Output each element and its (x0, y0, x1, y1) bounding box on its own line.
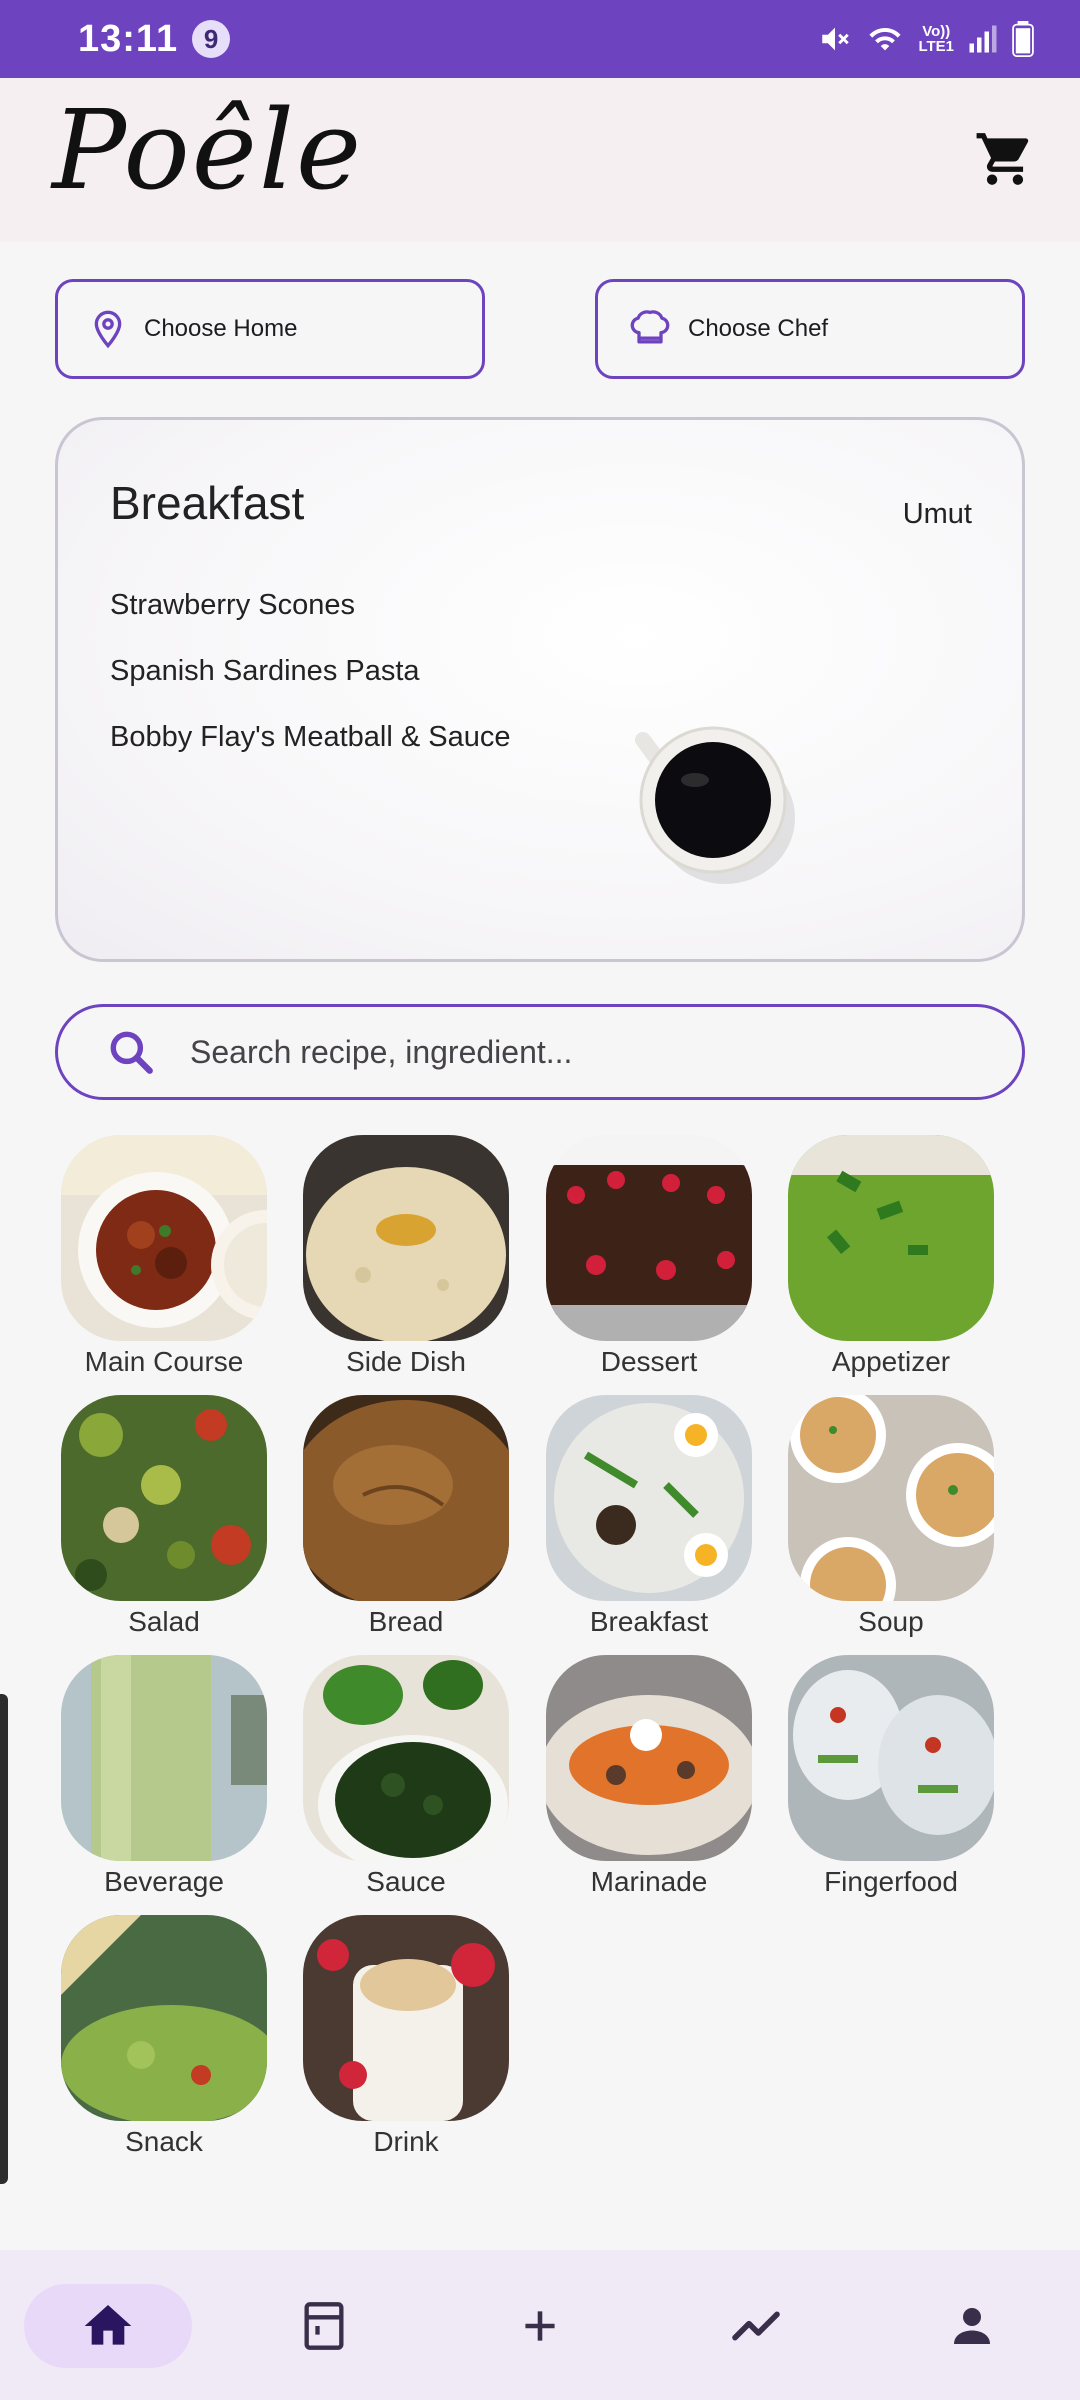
recipe-book-icon (304, 2302, 344, 2350)
sauce-image (303, 1655, 509, 1861)
soup-image (788, 1395, 994, 1601)
trending-icon (732, 2311, 780, 2341)
battery-icon (1012, 21, 1034, 57)
network-type: Vo)) LTE1 (918, 24, 954, 54)
meal-title: Breakfast (110, 477, 305, 529)
app-logo: Poêle (52, 86, 364, 214)
category-drink[interactable]: Drink (303, 1915, 509, 2159)
choose-chef-button[interactable]: Choose Chef (595, 279, 1025, 379)
wifi-icon (869, 27, 902, 51)
meal-plan-card[interactable]: Breakfast Umut Strawberry Scones Spanish… (55, 417, 1025, 962)
category-snack[interactable]: Snack (61, 1915, 267, 2159)
category-main-course[interactable]: Main Course (61, 1135, 267, 1379)
signal-icon (969, 25, 997, 53)
choose-chef-label: Choose Chef (688, 315, 829, 342)
main-course-image (61, 1135, 267, 1341)
category-side-dish[interactable]: Side Dish (303, 1135, 509, 1379)
category-label: Marinade (590, 1866, 708, 1897)
category-marinade[interactable]: Marinade (546, 1655, 752, 1899)
search-bar[interactable]: Search recipe, ingredient... (55, 1004, 1025, 1100)
volte-label: Vo)) (922, 23, 951, 40)
search-icon (110, 1031, 153, 1074)
category-label: Side Dish (346, 1346, 466, 1377)
status-icons: Vo)) LTE1 (818, 21, 1034, 57)
beverage-image (61, 1655, 267, 1861)
category-label: Soup (858, 1606, 924, 1637)
search-input[interactable]: Search recipe, ingredient... (190, 1034, 572, 1071)
category-label: Drink (373, 2126, 439, 2157)
coffee-cup-image (635, 726, 795, 884)
category-soup[interactable]: Soup (788, 1395, 994, 1639)
category-label: Snack (125, 2126, 203, 2157)
status-time: 13:11 (78, 17, 179, 60)
category-salad[interactable]: Salad (61, 1395, 267, 1639)
meal-recipe-item[interactable]: Strawberry Scones (110, 588, 510, 654)
category-appetizer[interactable]: Appetizer (788, 1135, 994, 1379)
nav-add[interactable] (490, 2284, 590, 2368)
mute-icon (822, 27, 850, 51)
category-breakfast[interactable]: Breakfast (546, 1395, 752, 1639)
nav-home[interactable] (24, 2284, 192, 2368)
category-beverage[interactable]: Beverage (61, 1655, 267, 1899)
bottom-navigation (0, 2250, 1080, 2400)
category-fingerfood[interactable]: Fingerfood (788, 1655, 994, 1899)
snack-image (61, 1915, 267, 2121)
category-label: Dessert (600, 1346, 698, 1377)
nav-recipes[interactable] (274, 2284, 374, 2368)
category-label: Main Course (84, 1346, 244, 1377)
appetizer-image (788, 1135, 994, 1341)
choose-home-button[interactable]: Choose Home (55, 279, 485, 379)
home-icon (84, 2305, 132, 2345)
category-label: Beverage (104, 1866, 224, 1897)
profile-icon (954, 2308, 990, 2344)
lte-label: LTE1 (918, 38, 954, 55)
bread-image (303, 1395, 509, 1601)
choose-home-label: Choose Home (144, 315, 298, 342)
drink-image (303, 1915, 509, 2121)
location-pin-icon (94, 310, 122, 349)
notification-count-badge: 9 (192, 20, 231, 58)
nav-profile[interactable] (922, 2284, 1022, 2368)
salad-image (61, 1395, 267, 1601)
meal-chef-name: Umut (902, 498, 972, 530)
side-dish-image (303, 1135, 509, 1341)
category-label: Fingerfood (824, 1866, 958, 1897)
cart-icon[interactable] (974, 128, 1036, 190)
meal-recipe-item[interactable]: Bobby Flay's Meatball & Sauce (110, 720, 510, 786)
fingerfood-image (788, 1655, 994, 1861)
chef-hat-icon (630, 310, 670, 344)
app-header: Poêle (0, 78, 1080, 242)
marinade-image (546, 1655, 752, 1861)
meal-recipe-item[interactable]: Spanish Sardines Pasta (110, 654, 510, 720)
nav-stats[interactable] (706, 2284, 806, 2368)
category-label: Appetizer (831, 1346, 951, 1377)
category-label: Sauce (366, 1866, 446, 1897)
status-bar: 13:11 9 Vo)) LTE1 (0, 0, 1080, 78)
category-dessert[interactable]: Dessert (546, 1135, 752, 1379)
meal-recipe-list: Strawberry Scones Spanish Sardines Pasta… (110, 588, 510, 786)
category-label: Salad (128, 1606, 200, 1637)
breakfast-image (546, 1395, 752, 1601)
category-bread[interactable]: Bread (303, 1395, 509, 1639)
dessert-image (546, 1135, 752, 1341)
add-icon (525, 2311, 555, 2341)
category-sauce[interactable]: Sauce (303, 1655, 509, 1899)
category-label: Bread (368, 1606, 444, 1637)
edge-panel-handle[interactable] (0, 1694, 8, 2184)
category-label: Breakfast (589, 1606, 709, 1637)
